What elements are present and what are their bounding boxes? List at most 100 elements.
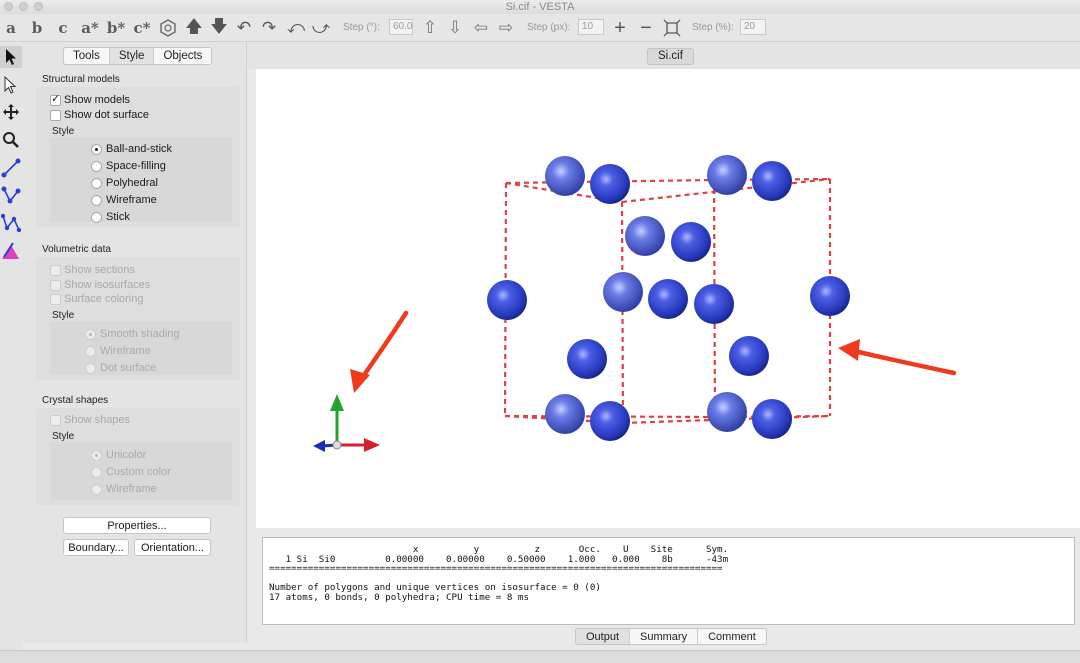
atom[interactable]	[752, 399, 792, 439]
radio-label: Ball-and-stick	[106, 143, 173, 155]
toolbar: a b c a* b* c* 🡅 🡇 ↶ ↷ ⤺ ⤻ Step (°): 60.…	[0, 14, 1080, 42]
atom[interactable]	[707, 392, 747, 432]
step-degrees-input[interactable]: 60.0	[389, 19, 413, 35]
check-icon: ✓	[51, 92, 61, 105]
magnifier-icon[interactable]	[0, 129, 22, 151]
orientation-button[interactable]: Orientation...	[134, 539, 211, 556]
output-line: 17 atoms, 0 bonds, 0 polyhedra; CPU time…	[269, 591, 529, 603]
atom[interactable]	[694, 284, 734, 324]
radio-dot	[95, 453, 98, 457]
view-along-b-star-button[interactable]: b*	[104, 17, 128, 39]
radio-wireframe[interactable]: Wireframe	[91, 194, 157, 206]
tab-style[interactable]: Style	[109, 48, 155, 64]
fit-to-screen-icon[interactable]	[661, 17, 683, 39]
volumetric-style-label: Style	[52, 310, 75, 321]
panel-tabs: Tools Style Objects	[63, 47, 213, 65]
translate-down-icon[interactable]: ⇩	[444, 17, 466, 39]
bond-length-icon[interactable]	[0, 157, 22, 179]
radio-dot	[95, 147, 98, 151]
atom[interactable]	[590, 401, 630, 441]
status-bar	[0, 650, 1080, 663]
atom[interactable]	[707, 155, 747, 195]
atom[interactable]	[487, 280, 527, 320]
radio-wireframe-crystal[interactable]: Wireframe	[91, 483, 157, 495]
translate-icon[interactable]	[0, 101, 22, 123]
atom[interactable]	[545, 394, 585, 434]
atom[interactable]	[671, 222, 711, 262]
file-tab[interactable]: Si.cif	[647, 48, 694, 65]
atom[interactable]	[567, 339, 607, 379]
radio-ball-and-stick[interactable]: Ball-and-stick	[91, 143, 172, 155]
atom[interactable]	[603, 272, 643, 312]
view-along-a-button[interactable]: a	[0, 17, 22, 39]
tab-tools[interactable]: Tools	[64, 48, 110, 64]
radio-custom-color[interactable]: Custom color	[91, 466, 171, 478]
dihedral-angle-icon[interactable]	[0, 212, 22, 234]
atom[interactable]	[648, 279, 688, 319]
radio-label: Polyhedral	[106, 177, 158, 189]
edit-icon[interactable]	[0, 240, 22, 262]
output-console[interactable]: x y z Occ. U Site Sym. 1 Si Si0 0.00000 …	[262, 537, 1075, 625]
view-along-c-button[interactable]: c	[52, 17, 74, 39]
atom[interactable]	[545, 156, 585, 196]
crystal-shapes-title: Crystal shapes	[42, 395, 109, 406]
view-along-c-star-button[interactable]: c*	[130, 17, 154, 39]
radio-circle	[91, 466, 102, 478]
boundary-button[interactable]: Boundary...	[63, 539, 129, 556]
show-sections-label: Show sections	[64, 264, 135, 276]
show-models-checkbox[interactable]: ✓ Show models	[50, 92, 130, 106]
show-dot-surface-checkbox[interactable]: Show dot surface	[50, 109, 149, 121]
tab-output[interactable]: Output	[576, 629, 631, 644]
tab-summary[interactable]: Summary	[630, 629, 699, 644]
zoom-in-icon[interactable]: +	[609, 17, 631, 39]
rotate-right-icon[interactable]: ↷	[258, 17, 280, 39]
checkbox-box	[50, 264, 61, 276]
radio-circle	[91, 160, 102, 172]
rotate-down-icon[interactable]: 🡇	[208, 17, 230, 39]
radio-unicolor[interactable]: Unicolor	[91, 449, 146, 461]
rotate-cw-icon[interactable]: ⤻	[310, 17, 332, 39]
rotate-left-icon[interactable]: ↶	[233, 17, 255, 39]
window-titlebar: Si.cif - VESTA	[0, 0, 1080, 14]
radio-circle	[85, 345, 96, 357]
step-percent-input[interactable]: 20	[740, 19, 766, 35]
radio-circle	[91, 177, 102, 189]
tab-comment[interactable]: Comment	[698, 629, 766, 644]
radio-dot-surface[interactable]: Dot surface	[85, 362, 156, 374]
atom[interactable]	[810, 276, 850, 316]
translate-right-icon[interactable]: ⇨	[495, 17, 517, 39]
standard-orientation-icon[interactable]	[157, 17, 179, 39]
rotate-up-icon[interactable]: 🡅	[183, 17, 205, 39]
show-shapes-checkbox[interactable]: Show shapes	[50, 414, 130, 426]
bond-angle-icon[interactable]	[0, 184, 22, 206]
tool-column	[0, 42, 22, 663]
translate-up-icon[interactable]: ⇧	[419, 17, 441, 39]
atom[interactable]	[625, 216, 665, 256]
zoom-out-icon[interactable]: −	[635, 17, 657, 39]
radio-polyhedral[interactable]: Polyhedral	[91, 177, 158, 189]
structure-viewport[interactable]	[256, 69, 1080, 528]
atom[interactable]	[590, 164, 630, 204]
view-along-a-star-button[interactable]: a*	[78, 17, 102, 39]
tab-objects[interactable]: Objects	[154, 48, 211, 64]
translate-left-icon[interactable]: ⇦	[470, 17, 492, 39]
select-icon[interactable]	[0, 46, 22, 68]
view-along-b-button[interactable]: b	[26, 17, 48, 39]
atom[interactable]	[752, 161, 792, 201]
radio-wireframe-volumetric[interactable]: Wireframe	[85, 345, 151, 357]
checkbox-box	[50, 279, 61, 291]
radio-smooth-shading[interactable]: Smooth shading	[85, 328, 180, 340]
radio-stick[interactable]: Stick	[91, 211, 130, 223]
hand-icon[interactable]	[0, 74, 22, 96]
show-sections-checkbox[interactable]: Show sections	[50, 264, 135, 276]
surface-coloring-checkbox[interactable]: Surface coloring	[50, 293, 144, 305]
rotate-ccw-icon[interactable]: ⤺	[285, 17, 307, 39]
radio-label: Space-filling	[106, 160, 166, 172]
step-pixels-input[interactable]: 10	[578, 19, 604, 35]
checkbox-box	[50, 109, 61, 121]
show-isosurfaces-checkbox[interactable]: Show isosurfaces	[50, 279, 150, 291]
atom[interactable]	[729, 336, 769, 376]
radio-space-filling[interactable]: Space-filling	[91, 160, 166, 172]
checkbox-box	[50, 414, 61, 426]
properties-button[interactable]: Properties...	[63, 517, 211, 534]
